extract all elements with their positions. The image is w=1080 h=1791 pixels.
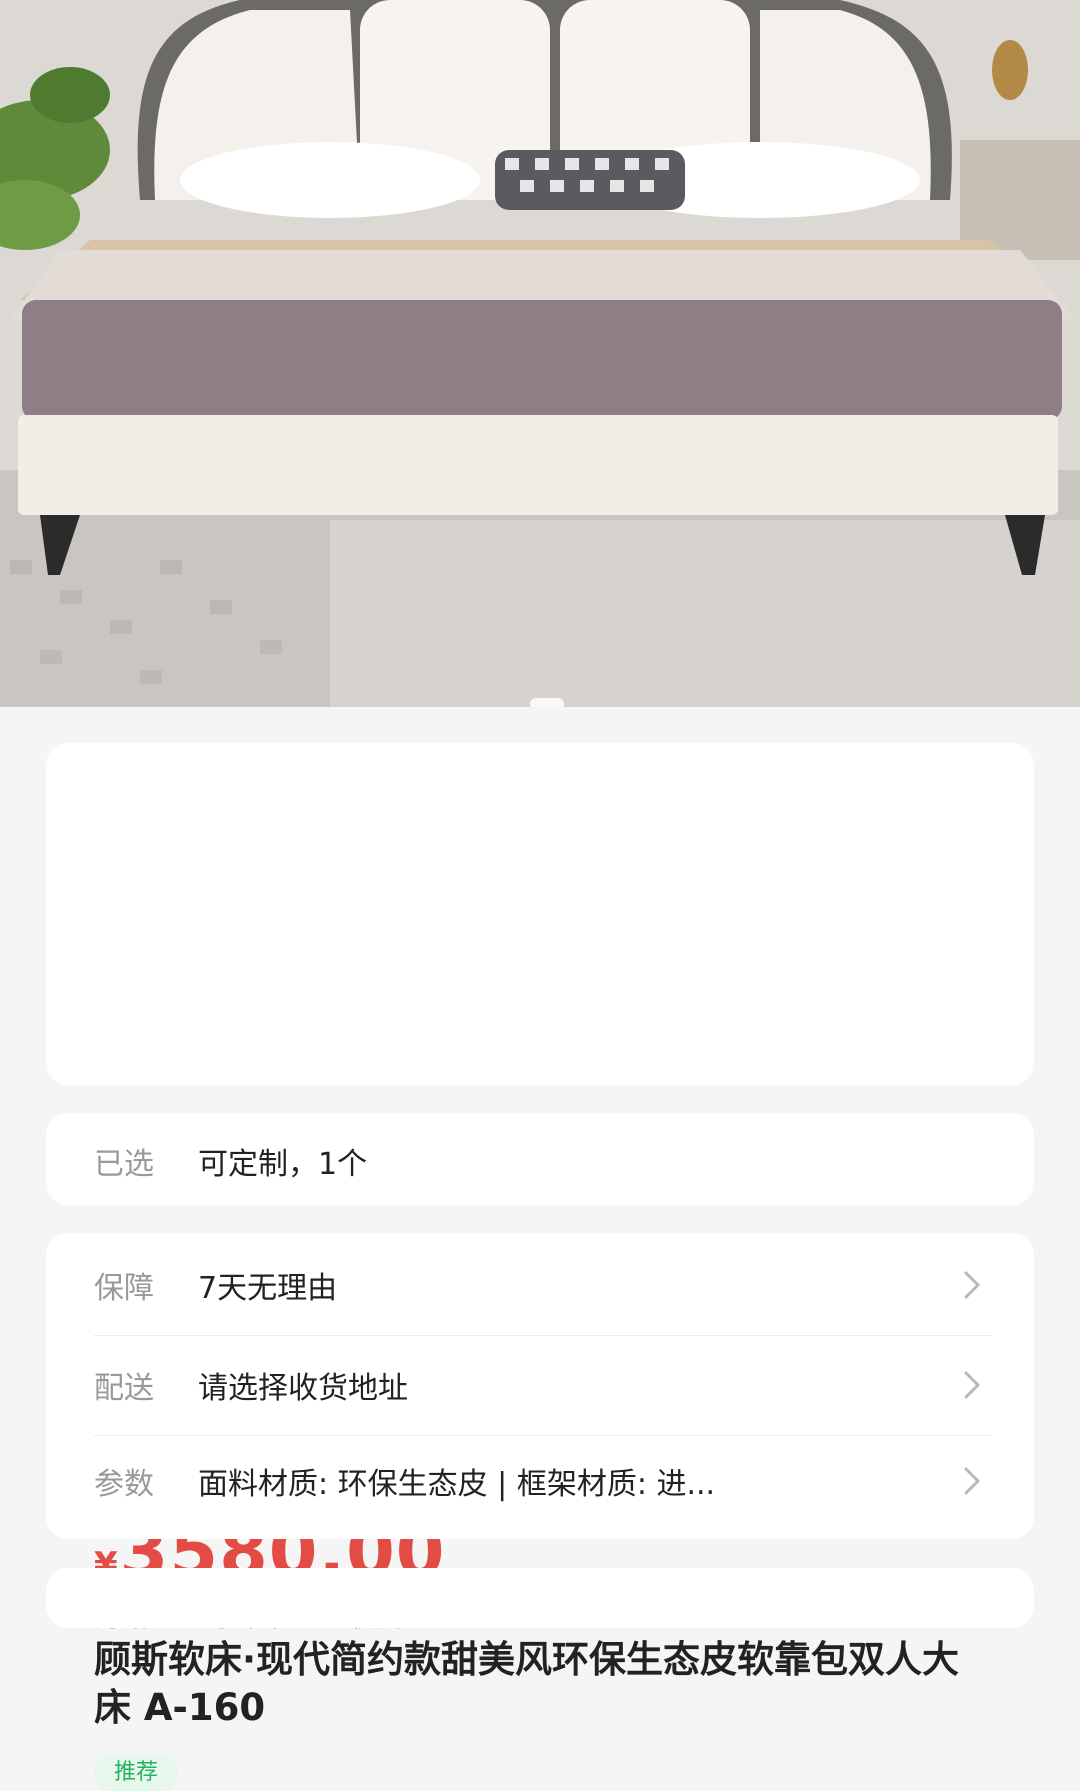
guarantee-label: 保障	[94, 1271, 154, 1306]
chevron-right-icon	[964, 1271, 980, 1299]
parameters-value: 面料材质: 环保生态皮 | 框架材质: 进...	[198, 1467, 716, 1502]
service-info-card: 保障 7天无理由 配送 请选择收货地址 参数 面料材质: 环保生态皮 | 框架材…	[46, 1233, 1034, 1539]
product-title: 顾斯软床·现代简约款甜美风环保生态皮软靠包双人大床 A-160	[94, 1638, 960, 1729]
parameters-row[interactable]: 参数 面料材质: 环保生态皮 | 框架材质: 进...	[46, 1433, 1034, 1529]
selected-value: 可定制，1个	[198, 1147, 368, 1182]
product-info-card: ¥ 3580.00 月销 0 好评率 -- 收藏 0 顾斯软床·现代简约款甜美风…	[46, 743, 1034, 1791]
delivery-row[interactable]: 配送 请选择收货地址	[46, 1337, 1034, 1433]
chevron-right-icon	[964, 1467, 980, 1495]
delivery-label: 配送	[94, 1371, 154, 1406]
parameters-label: 参数	[94, 1467, 154, 1502]
bed-illustration	[0, 0, 1080, 707]
chevron-right-icon	[964, 1371, 980, 1399]
recommend-badge: 推荐	[94, 1755, 179, 1791]
guarantee-value: 7天无理由	[198, 1271, 338, 1306]
next-section-card	[46, 1568, 1034, 1628]
carousel-indicator	[530, 698, 564, 707]
selected-label: 已选	[94, 1147, 154, 1182]
divider	[94, 1335, 992, 1336]
selected-spec-row[interactable]: 已选 可定制，1个	[46, 1113, 1034, 1205]
guarantee-row[interactable]: 保障 7天无理由	[46, 1237, 1034, 1333]
product-image[interactable]	[0, 0, 1080, 707]
delivery-value: 请选择收货地址	[198, 1371, 408, 1406]
